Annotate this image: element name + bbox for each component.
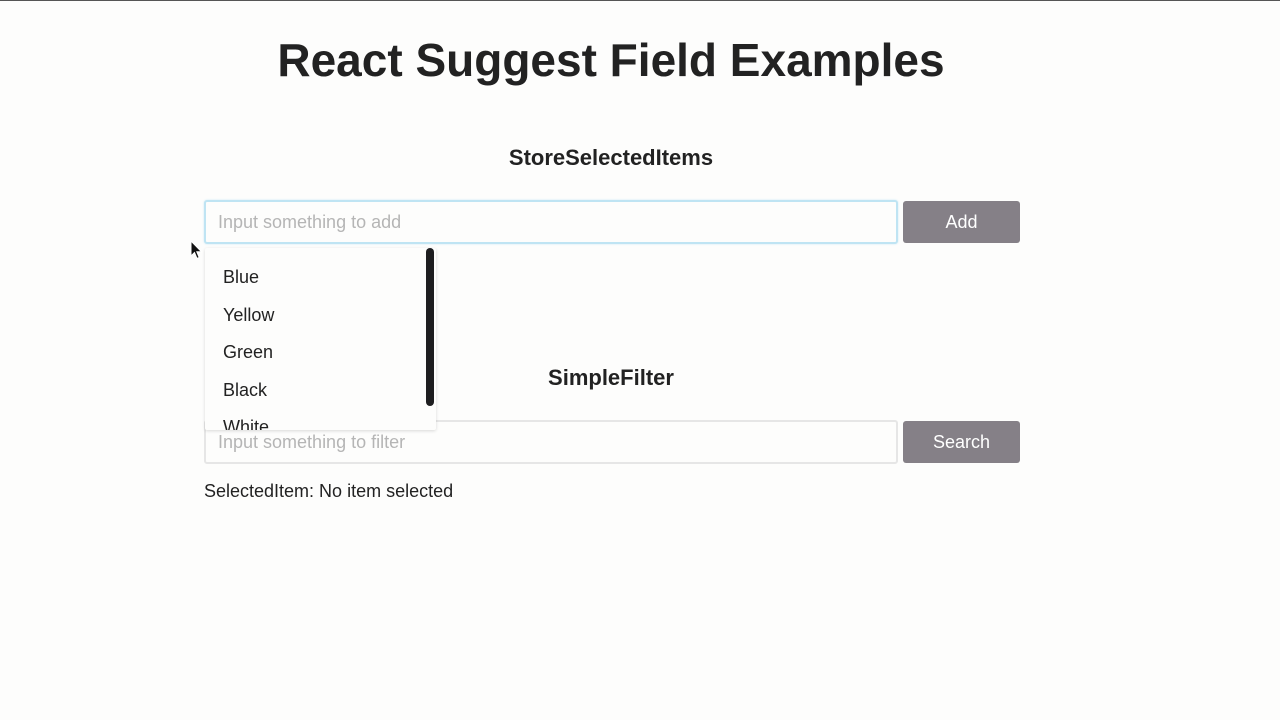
page-title: React Suggest Field Examples xyxy=(277,34,945,86)
suggestion-item[interactable]: Green xyxy=(205,336,436,374)
search-button[interactable]: Search xyxy=(903,421,1020,463)
store-selected-items-heading: StoreSelectedItems xyxy=(508,145,714,170)
suggestion-item[interactable]: White xyxy=(205,411,436,430)
suggestion-dropdown[interactable]: Blue Yellow Green Black White xyxy=(205,248,436,430)
selected-item-status: SelectedItem: No item selected xyxy=(204,481,454,501)
suggestion-item[interactable]: Blue xyxy=(205,261,436,299)
suggestion-item[interactable]: Yellow xyxy=(205,299,436,337)
add-item-input[interactable] xyxy=(204,200,898,244)
suggestion-item[interactable]: Black xyxy=(205,374,436,412)
suggestion-list: Blue Yellow Green Black White xyxy=(205,248,436,430)
simple-filter-heading: SimpleFilter xyxy=(548,365,674,390)
add-button[interactable]: Add xyxy=(903,201,1020,243)
mouse-pointer-icon xyxy=(190,240,203,260)
window-top-border xyxy=(0,0,1280,1)
dropdown-scrollbar[interactable] xyxy=(426,248,434,406)
